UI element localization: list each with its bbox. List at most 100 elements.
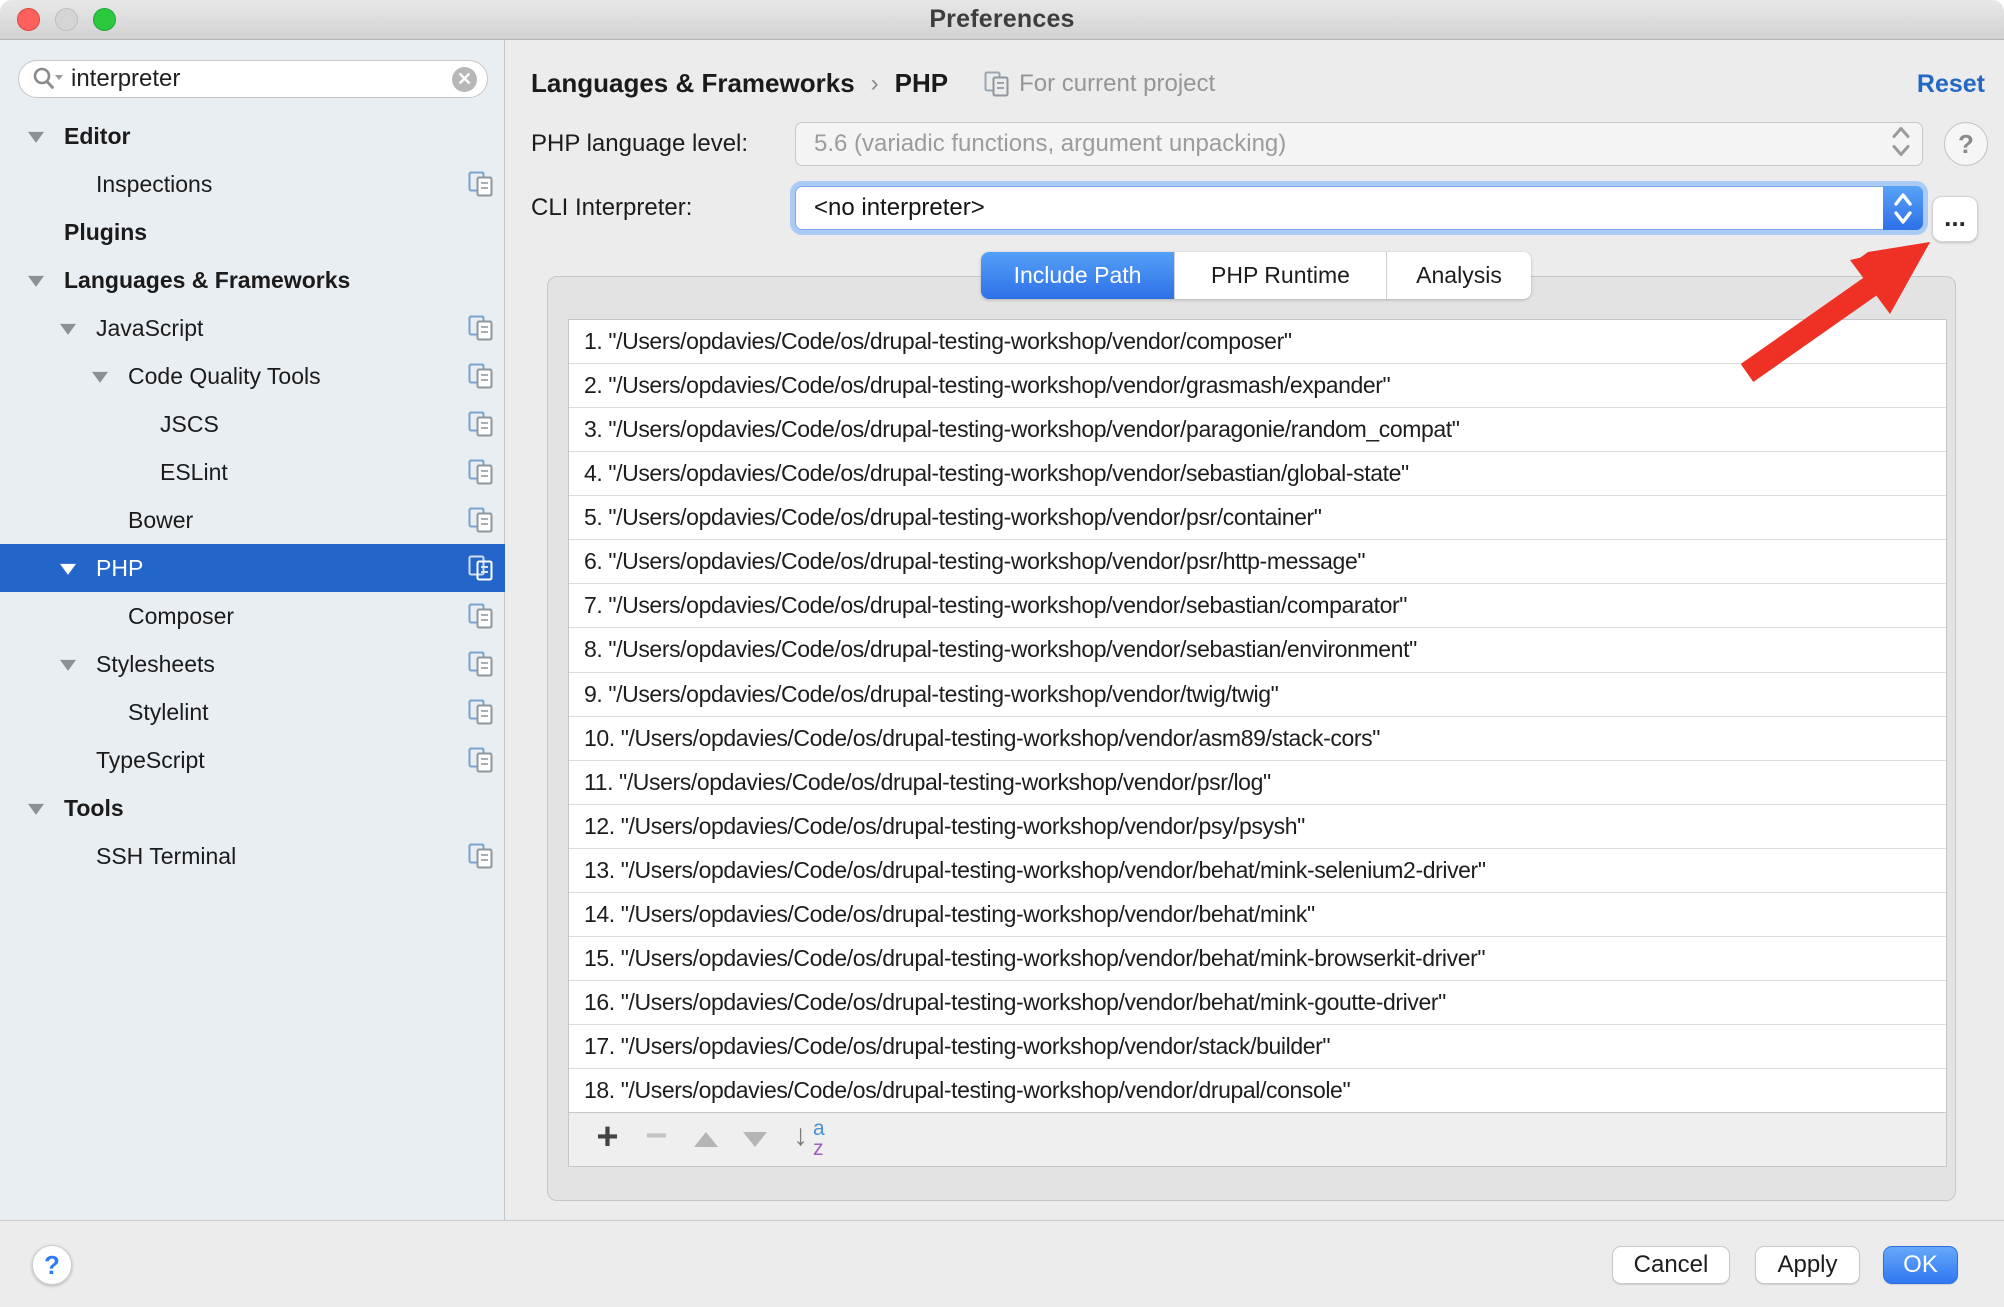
include-path-row[interactable]: 12. "/Users/opdavies/Code/os/drupal-test… (569, 805, 1946, 849)
browse-interpreters-button[interactable]: ... (1932, 196, 1978, 242)
plus-icon: + (596, 1116, 618, 1159)
project-settings-pages-icon (468, 363, 494, 389)
cli-interpreter-label: CLI Interpreter: (531, 194, 692, 222)
move-up-button[interactable] (681, 1113, 730, 1166)
breadcrumb: Languages & Frameworks › PHP For current… (531, 68, 1215, 99)
project-settings-pages-icon (468, 315, 494, 341)
include-path-row[interactable]: 8. "/Users/opdavies/Code/os/drupal-testi… (569, 628, 1946, 672)
select-stepper-blue-icon[interactable] (1883, 186, 1923, 230)
include-path-row[interactable]: 17. "/Users/opdavies/Code/os/drupal-test… (569, 1025, 1946, 1069)
cancel-button[interactable]: Cancel (1612, 1246, 1730, 1284)
sidebar-item-bower[interactable]: Bower (0, 496, 505, 544)
sidebar-item-composer[interactable]: Composer (0, 592, 505, 640)
disclosure-triangle-icon[interactable] (60, 324, 76, 335)
breadcrumb-php: PHP (895, 68, 948, 99)
project-settings-pages-icon (468, 699, 494, 725)
include-path-row[interactable]: 3. "/Users/opdavies/Code/os/drupal-testi… (569, 408, 1946, 452)
language-level-value: 5.6 (variadic functions, argument unpack… (814, 130, 1286, 158)
reset-link[interactable]: Reset (1917, 70, 1985, 99)
include-path-row[interactable]: 10. "/Users/opdavies/Code/os/drupal-test… (569, 717, 1946, 761)
sidebar-item-javascript[interactable]: JavaScript (0, 304, 505, 352)
sidebar-item-inspections[interactable]: Inspections (0, 160, 505, 208)
sidebar-item-label: Languages & Frameworks (64, 267, 350, 294)
disclosure-triangle-icon[interactable] (60, 660, 76, 671)
project-settings-pages-icon (468, 411, 494, 437)
language-level-label: PHP language level: (531, 130, 748, 158)
sidebar-item-label: Plugins (64, 219, 147, 246)
tab-analysis[interactable]: Analysis (1387, 252, 1531, 299)
search-input-value[interactable]: interpreter (71, 65, 452, 93)
sidebar-item-tools[interactable]: Tools (0, 784, 505, 832)
tab-php-runtime[interactable]: PHP Runtime (1175, 252, 1387, 299)
sort-alphabetically-button[interactable]: ↓ a z (789, 1117, 835, 1163)
project-pages-icon (984, 71, 1010, 97)
language-level-help-icon[interactable]: ? (1944, 122, 1988, 166)
sidebar-item-label: Code Quality Tools (128, 363, 321, 390)
sidebar-item-eslint[interactable]: ESLint (0, 448, 505, 496)
sidebar-item-editor[interactable]: Editor (0, 112, 505, 160)
close-window-icon[interactable] (17, 8, 40, 31)
cli-interpreter-select[interactable]: <no interpreter> (795, 186, 1923, 230)
project-settings-pages-icon (468, 555, 494, 581)
preferences-window: Preferences interpreter ✕ Editor Inspecti… (0, 0, 2004, 1307)
sidebar-item-label: TypeScript (96, 747, 205, 774)
tab-include-path[interactable]: Include Path (981, 252, 1175, 299)
sidebar-item-label: Bower (128, 507, 193, 534)
up-arrow-icon (694, 1132, 718, 1147)
include-path-row[interactable]: 14. "/Users/opdavies/Code/os/drupal-test… (569, 893, 1946, 937)
minus-icon: − (645, 1115, 667, 1158)
language-level-select[interactable]: 5.6 (variadic functions, argument unpack… (795, 122, 1923, 166)
scope-label: For current project (1019, 70, 1215, 98)
sidebar-item-stylelint[interactable]: Stylelint (0, 688, 505, 736)
traffic-lights (17, 8, 116, 31)
include-path-row[interactable]: 6. "/Users/opdavies/Code/os/drupal-testi… (569, 540, 1946, 584)
remove-path-button[interactable]: − (632, 1113, 681, 1166)
disclosure-triangle-icon[interactable] (28, 132, 44, 143)
sidebar-item-php[interactable]: PHP (0, 544, 505, 592)
include-path-row[interactable]: 9. "/Users/opdavies/Code/os/drupal-testi… (569, 673, 1946, 717)
move-down-button[interactable] (730, 1113, 779, 1166)
ok-button[interactable]: OK (1883, 1246, 1958, 1284)
apply-button[interactable]: Apply (1755, 1246, 1860, 1284)
project-settings-pages-icon (468, 603, 494, 629)
add-path-button[interactable]: + (583, 1113, 632, 1166)
sidebar-item-stylesheets[interactable]: Stylesheets (0, 640, 505, 688)
include-path-row[interactable]: 4. "/Users/opdavies/Code/os/drupal-testi… (569, 452, 1946, 496)
disclosure-triangle-icon[interactable] (60, 564, 76, 575)
include-path-row[interactable]: 18. "/Users/opdavies/Code/os/drupal-test… (569, 1069, 1946, 1112)
breadcrumb-languages-frameworks[interactable]: Languages & Frameworks (531, 68, 855, 99)
clear-search-icon[interactable]: ✕ (452, 67, 477, 92)
include-path-listbox: 1. "/Users/opdavies/Code/os/drupal-testi… (568, 319, 1947, 1167)
window-title: Preferences (929, 5, 1074, 34)
sidebar-item-code-quality-tools[interactable]: Code Quality Tools (0, 352, 505, 400)
php-settings-page: Languages & Frameworks › PHP For current… (506, 40, 2004, 1220)
settings-search-field[interactable]: interpreter ✕ (18, 60, 488, 98)
sidebar-item-jscs[interactable]: JSCS (0, 400, 505, 448)
include-path-row[interactable]: 11. "/Users/opdavies/Code/os/drupal-test… (569, 761, 1946, 805)
include-path-row[interactable]: 2. "/Users/opdavies/Code/os/drupal-testi… (569, 364, 1946, 408)
sidebar-item-ssh-terminal[interactable]: SSH Terminal (0, 832, 505, 880)
sidebar-item-languages-frameworks[interactable]: Languages & Frameworks (0, 256, 505, 304)
sidebar-item-label: SSH Terminal (96, 843, 236, 870)
search-icon[interactable] (31, 66, 65, 92)
dialog-footer: ? Cancel Apply OK (0, 1220, 2004, 1307)
include-path-row[interactable]: 1. "/Users/opdavies/Code/os/drupal-testi… (569, 320, 1946, 364)
help-button[interactable]: ? (32, 1245, 72, 1285)
sidebar-item-label: PHP (96, 555, 143, 582)
zoom-window-icon[interactable] (93, 8, 116, 31)
include-path-row[interactable]: 7. "/Users/opdavies/Code/os/drupal-testi… (569, 584, 1946, 628)
include-path-row[interactable]: 5. "/Users/opdavies/Code/os/drupal-testi… (569, 496, 1946, 540)
include-path-row[interactable]: 16. "/Users/opdavies/Code/os/drupal-test… (569, 981, 1946, 1025)
include-path-row[interactable]: 15. "/Users/opdavies/Code/os/drupal-test… (569, 937, 1946, 981)
sidebar-item-label: JSCS (160, 411, 219, 438)
disclosure-triangle-icon[interactable] (28, 804, 44, 815)
include-path-row[interactable]: 13. "/Users/opdavies/Code/os/drupal-test… (569, 849, 1946, 893)
breadcrumb-separator: › (869, 70, 881, 98)
disclosure-triangle-icon[interactable] (28, 276, 44, 287)
sidebar-item-typescript[interactable]: TypeScript (0, 736, 505, 784)
settings-sidebar: interpreter ✕ Editor Inspections Plugins La… (0, 40, 505, 1220)
sidebar-item-label: Editor (64, 123, 130, 150)
sidebar-item-plugins[interactable]: Plugins (0, 208, 505, 256)
title-bar[interactable]: Preferences (0, 0, 2004, 40)
disclosure-triangle-icon[interactable] (92, 372, 108, 383)
